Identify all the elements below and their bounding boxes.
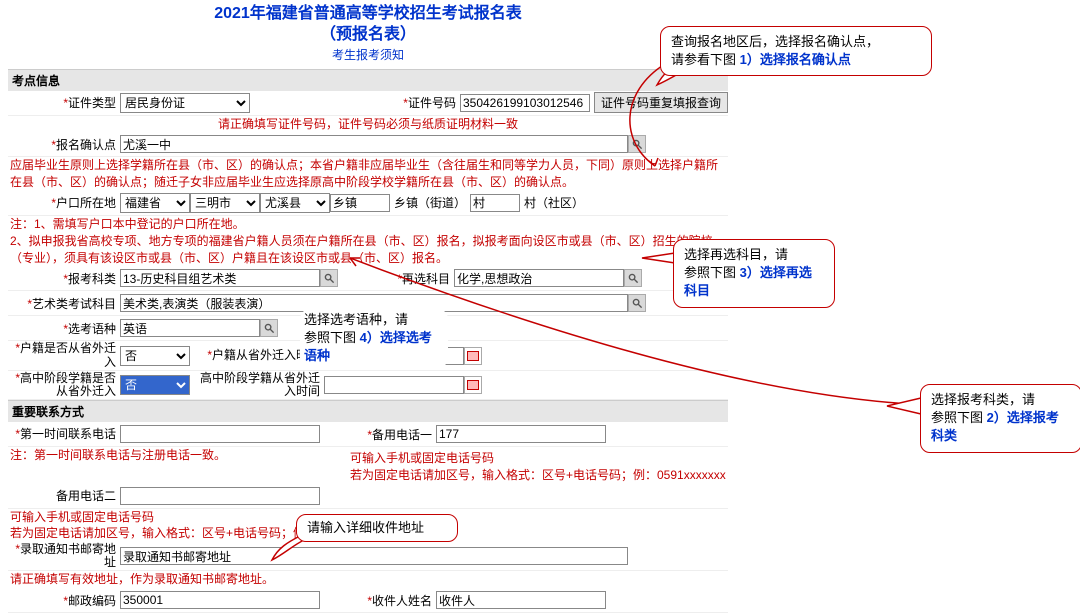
title-subtitle: 考生报考须知 xyxy=(8,46,728,63)
input-first-phone[interactable] xyxy=(120,425,320,443)
input-elective-lang[interactable] xyxy=(120,319,260,337)
input-postcode[interactable] xyxy=(120,591,320,609)
select-city[interactable]: 三明市 xyxy=(190,193,260,213)
label-backup-phone2: 备用电话二 xyxy=(8,487,120,504)
select-gaozhong-transfer[interactable]: 否 xyxy=(120,375,190,395)
label-backup-phone1: *备用电话一 xyxy=(320,426,436,443)
input-mail-address[interactable] xyxy=(120,547,628,565)
search-icon-lang[interactable] xyxy=(260,319,278,337)
row-mail-address: *录取通知书邮寄地址 xyxy=(8,542,728,571)
label-id-number: *证件号码 xyxy=(344,94,460,111)
label-mail-address: *录取通知书邮寄地址 xyxy=(8,543,120,569)
input-id-number[interactable] xyxy=(460,94,590,112)
row-hukou: *户口所在地 福建省 三明市 尤溪县 乡镇（街道） 村（社区） xyxy=(8,191,728,216)
callout-1: 查询报名地区后，选择报名确认点， 请参看下图 1）选择报名确认点 xyxy=(660,26,932,76)
label-art-subject: *艺术类考试科目 xyxy=(8,295,120,312)
input-backup-phone1[interactable] xyxy=(436,425,606,443)
select-id-type[interactable]: 居民身份证 xyxy=(120,93,250,113)
callout-3-tail xyxy=(885,394,925,418)
label-first-phone: *第一时间联系电话 xyxy=(8,428,120,441)
note-mail: 请正确填写有效地址，作为录取通知书邮寄地址。 xyxy=(8,571,728,588)
row-first-phone: *第一时间联系电话 *备用电话一 xyxy=(8,422,728,447)
input-town[interactable] xyxy=(330,194,390,212)
select-province[interactable]: 福建省 xyxy=(120,193,190,213)
input-exam-category[interactable] xyxy=(120,269,320,287)
label-elective-lang: *选考语种 xyxy=(8,320,120,337)
search-icon-category[interactable] xyxy=(320,269,338,287)
input-backup-phone2[interactable] xyxy=(120,487,320,505)
title-block: 2021年福建省普通高等学校招生考试报名表 （预报名表） 考生报考须知 xyxy=(8,4,728,63)
input-confirm-point[interactable] xyxy=(120,135,628,153)
row-postcode: *邮政编码 *收件人姓名 xyxy=(8,588,728,613)
title-line1: 2021年福建省普通高等学校招生考试报名表 xyxy=(8,4,728,25)
callout-5: 请输入详细收件地址 xyxy=(296,514,458,542)
row-backup-phone2: 备用电话二 xyxy=(8,484,728,509)
title-line2: （预报名表） xyxy=(8,25,728,46)
label-recipient: *收件人姓名 xyxy=(320,592,436,609)
label-town-street: 乡镇（街道） xyxy=(390,194,470,211)
callout-2: 选择再选科目，请 参照下图 3）选择再选科目 xyxy=(673,239,835,308)
note-hukou1: 注：1、需填写户口本中登记的户口所在地。 xyxy=(8,216,728,233)
label-hukou: *户口所在地 xyxy=(8,194,120,211)
label-id-type: *证件类型 xyxy=(8,94,120,111)
input-village[interactable] xyxy=(470,194,520,212)
label-gaozhong-transfer-time: 高中阶段学籍从省外迁入时间 xyxy=(190,372,324,398)
label-gaozhong-transfer: *高中阶段学籍是否从省外迁入 xyxy=(8,372,120,398)
label-confirm-point: *报名确认点 xyxy=(8,136,120,153)
label-hukou-transfer: *户籍是否从省外迁入 xyxy=(8,342,120,368)
label-village-comm: 村（社区） xyxy=(520,194,588,211)
select-county[interactable]: 尤溪县 xyxy=(260,193,330,213)
label-postcode: *邮政编码 xyxy=(8,592,120,609)
input-recipient[interactable] xyxy=(436,591,606,609)
callout-3: 选择报考科类，请 参照下图 2）选择报考科类 xyxy=(920,384,1080,453)
label-exam-category: *报考科类 xyxy=(8,270,120,287)
note-phone-format-a: 可输入手机或固定电话号码 xyxy=(348,450,728,467)
note-phone-format-b: 若为固定电话请加区号，输入格式：区号+电话号码；例：0591xxxxxxx xyxy=(348,467,728,484)
callout-4: 选择选考语种，请 参照下图 4）选择选考语种 xyxy=(300,309,448,368)
select-hukou-transfer[interactable]: 否 xyxy=(120,346,190,366)
